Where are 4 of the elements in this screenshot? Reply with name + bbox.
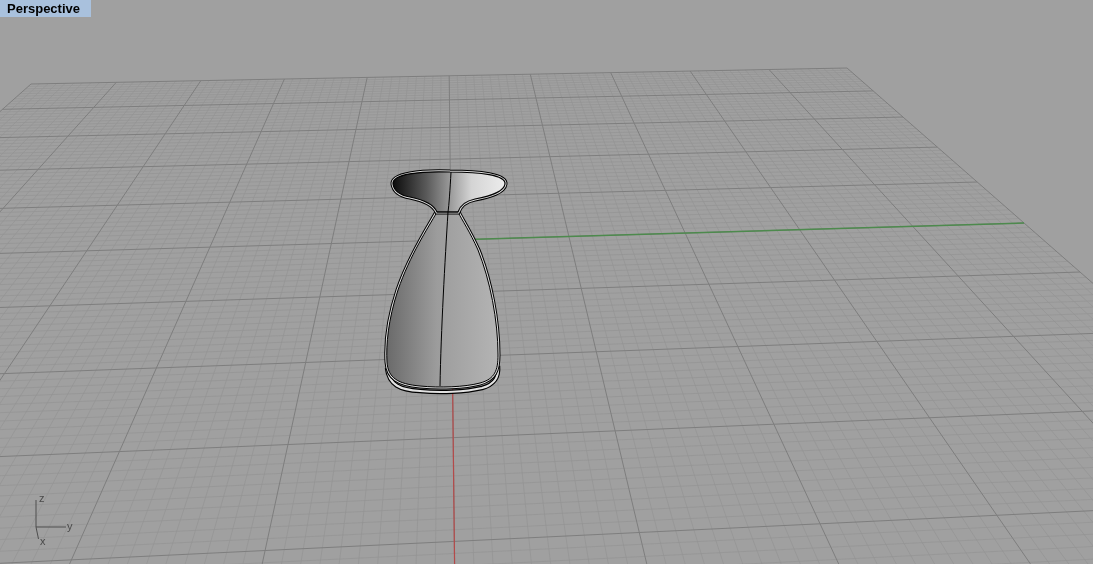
axis-label: z — [39, 492, 45, 504]
viewport-tab[interactable]: Perspective — [0, 0, 91, 17]
axis-label: y — [67, 520, 73, 532]
axis-label: x — [40, 535, 46, 547]
